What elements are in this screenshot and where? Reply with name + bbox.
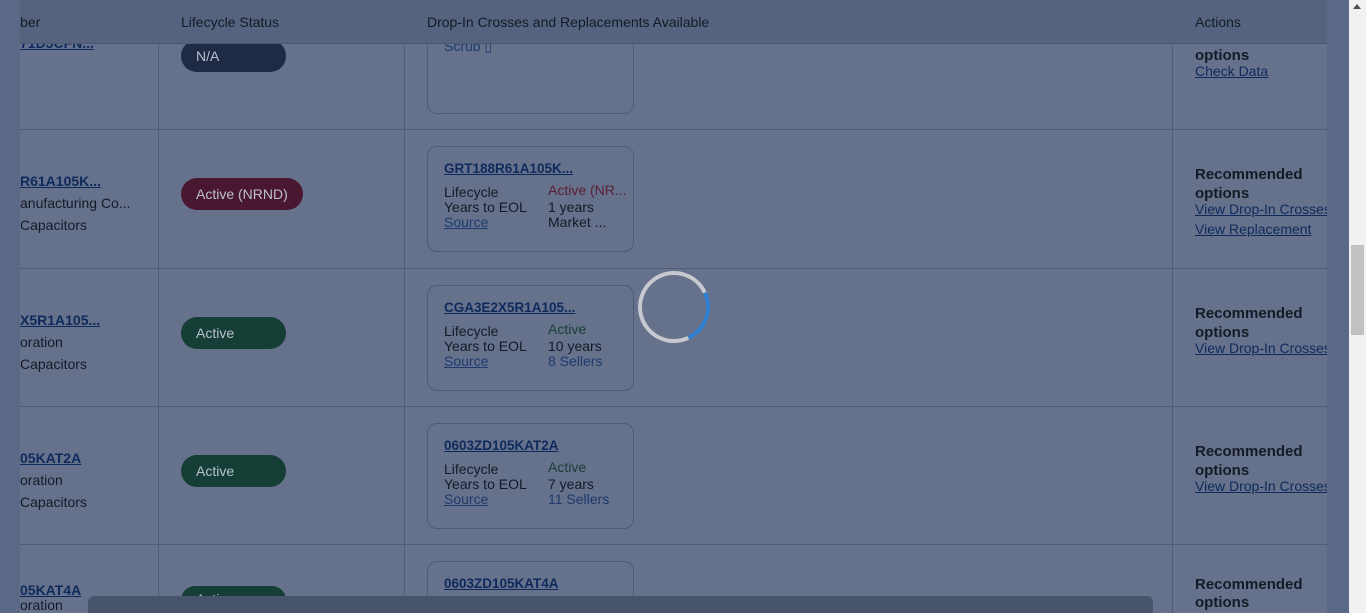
part-cell: X5R1A105... oration Capacitors: [20, 268, 158, 406]
years-to-eol-label: Years to EOL: [444, 476, 527, 492]
category: Capacitors: [20, 494, 87, 510]
lifecycle-label: Lifecycle: [444, 323, 499, 339]
manufacturer: oration: [20, 597, 63, 613]
vertical-scrollbar[interactable]: [1349, 0, 1366, 613]
source-value: 11 Sellers: [548, 491, 610, 507]
manufacturer: anufacturing Co...: [20, 195, 131, 211]
category: Capacitors: [20, 217, 87, 233]
source-link[interactable]: Source: [444, 215, 488, 230]
years-to-eol-value: 1 years: [548, 199, 594, 215]
part-number-link[interactable]: R61A105K...: [20, 173, 101, 189]
table-header: ber Lifecycle Status Drop-In Crosses and…: [20, 0, 1327, 44]
column-divider: [404, 0, 405, 613]
part-number-link[interactable]: 05KAT4A: [20, 582, 81, 598]
header-part-number[interactable]: ber: [20, 14, 40, 30]
recommended-options-label: Recommended options: [1195, 166, 1303, 202]
right-gutter: [1327, 0, 1349, 613]
part-cell: 05KAT2A oration Capacitors: [20, 406, 158, 544]
lifecycle-value: Active: [548, 321, 587, 337]
recommended-options-label: Recommended options: [1195, 305, 1303, 341]
scroll-up-icon[interactable]: [1353, 4, 1361, 9]
years-to-eol-label: Years to EOL: [444, 338, 527, 354]
action-link[interactable]: View Replacement: [1195, 221, 1311, 237]
lifecycle-label: Lifecycle: [444, 461, 499, 477]
source-value: 8 Sellers: [548, 353, 603, 369]
part-number-link[interactable]: X5R1A105...: [20, 312, 100, 328]
table-row: 05KAT2A oration Capacitors Active 0603ZD105K…: [20, 406, 1327, 544]
cross-card: 0603ZD105KAT2A Lifecycle Active Years to EO…: [427, 423, 634, 529]
manufacturer: oration: [20, 334, 63, 350]
source-link[interactable]: Source: [444, 354, 488, 369]
recommended-options-label: Recommended options: [1195, 576, 1303, 611]
cross-card: CGA3E2X5R1A105... Lifecycle Active Years to…: [427, 285, 634, 391]
years-to-eol-value: 7 years: [548, 476, 594, 492]
status-badge: Active: [181, 455, 286, 487]
scrollbar-thumb[interactable]: [1351, 245, 1364, 335]
years-to-eol-label: Years to EOL: [444, 199, 527, 215]
column-divider: [158, 0, 159, 613]
lifecycle-label: Lifecycle: [444, 184, 499, 200]
lifecycle-value: Active: [548, 459, 587, 475]
table-row: R61A105K... anufacturing Co... Capacitors A…: [20, 129, 1327, 267]
part-cell: R61A105K... anufacturing Co... Capacitors: [20, 129, 158, 267]
action-link[interactable]: Check Data: [1195, 63, 1268, 79]
status-badge: Active: [181, 317, 286, 349]
action-link[interactable]: View Drop-In Crosses: [1195, 201, 1327, 217]
lifecycle-value: Active (NR...: [548, 182, 627, 198]
recommended-options-label: Recommended options: [1195, 443, 1303, 479]
action-link[interactable]: View Drop-In Crosses: [1195, 478, 1327, 494]
cross-card: GRT188R61A105K... Lifecycle Active (NR... Y…: [427, 146, 634, 252]
manufacturer: oration: [20, 472, 63, 488]
header-actions[interactable]: Actions: [1195, 14, 1241, 30]
header-drop-in-crosses[interactable]: Drop-In Crosses and Replacements Availab…: [427, 14, 709, 30]
action-link[interactable]: View Drop-In Crosses: [1195, 340, 1327, 356]
cross-part-link[interactable]: GRT188R61A105K...: [444, 161, 573, 176]
header-lifecycle-status[interactable]: Lifecycle Status: [181, 14, 279, 30]
horizontal-scrollbar[interactable]: [88, 596, 1153, 613]
status-badge: Active (NRND): [181, 178, 303, 210]
left-gutter: [0, 0, 20, 613]
category: Capacitors: [20, 356, 87, 372]
source-value: Market ...: [548, 214, 607, 230]
cross-part-link[interactable]: CGA3E2X5R1A105...: [444, 300, 575, 315]
column-divider: [1172, 0, 1173, 613]
status-badge: N/A: [181, 40, 286, 72]
cross-part-link[interactable]: 0603ZD105KAT4A: [444, 576, 559, 591]
years-to-eol-value: 10 years: [548, 338, 602, 354]
source-link[interactable]: Source: [444, 492, 488, 507]
part-number-link[interactable]: 05KAT2A: [20, 450, 81, 466]
cross-part-link[interactable]: 0603ZD105KAT2A: [444, 438, 559, 453]
